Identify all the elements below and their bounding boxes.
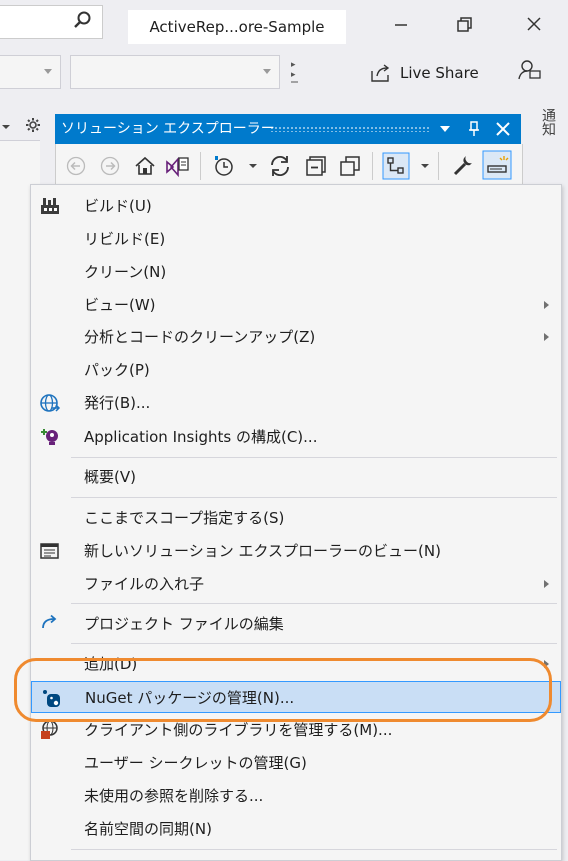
menu-separator <box>71 457 557 458</box>
menu-item-new-solution-explorer-view[interactable]: 新しいソリューション エクスプローラーのビュー(N) <box>31 535 561 567</box>
toolbar-separator <box>200 152 201 180</box>
gear-icon[interactable] <box>25 117 41 133</box>
menu-separator <box>71 603 557 604</box>
pin-icon[interactable] <box>467 121 481 137</box>
window-position-icon[interactable] <box>439 123 451 135</box>
menu-item-label: ビュー(W) <box>84 296 156 314</box>
menu-item-label: ここまでスコープ指定する(S) <box>84 509 285 527</box>
context-menu: ビルド(U) リビルド(E) クリーン(N) ビュー(W) 分析とコードのクリー… <box>30 184 562 861</box>
menu-item-label: プロジェクト ファイルの編集 <box>84 615 284 633</box>
menu-separator <box>71 497 557 498</box>
toolbar-overflow-icon[interactable]: ▸ ▸ <box>288 55 302 87</box>
menu-item-remove-unused-references[interactable]: 未使用の参照を削除する... <box>31 780 561 812</box>
platform-dropdown[interactable] <box>70 55 280 89</box>
menu-item-label: リビルド(E) <box>84 230 166 248</box>
menu-item-manage-user-secrets[interactable]: ユーザー シークレットの管理(G) <box>31 747 561 779</box>
solution-explorer-header: ソリューション エクスプローラー <box>55 114 521 144</box>
preview-tab-icon[interactable] <box>482 150 512 180</box>
highlight-annotation <box>14 658 552 722</box>
submenu-arrow-icon <box>544 580 549 588</box>
home-icon[interactable] <box>134 156 156 176</box>
menu-item-label: ビルド(U) <box>84 197 152 215</box>
menu-item-label: ファイルの入れ子 <box>84 575 205 593</box>
menu-item-app-insights[interactable]: Application Insights の構成(C)... <box>31 421 561 453</box>
menu-separator <box>71 643 557 644</box>
menu-item-label: 名前空間の同期(N) <box>84 820 212 838</box>
minimize-button[interactable] <box>387 10 417 40</box>
restore-button[interactable] <box>450 10 480 40</box>
edit-project-icon <box>42 614 57 629</box>
svg-text:▸: ▸ <box>291 60 296 70</box>
menu-item-scope-to-this[interactable]: ここまでスコープ指定する(S) <box>31 502 561 534</box>
properties-wrench-icon[interactable] <box>450 152 476 178</box>
dropdown-arrow-icon[interactable] <box>248 162 258 170</box>
close-button[interactable] <box>520 10 550 40</box>
search-icon[interactable] <box>72 10 92 30</box>
submenu-arrow-icon <box>544 333 549 341</box>
live-share-label: Live Share <box>400 64 479 82</box>
menu-item-analyze-cleanup[interactable]: 分析とコードのクリーンアップ(Z) <box>31 321 561 353</box>
menu-item-publish[interactable]: 発行(B)... <box>31 387 561 419</box>
client-library-icon <box>41 720 58 739</box>
menu-item-label: 新しいソリューション エクスプローラーのビュー(N) <box>84 542 441 560</box>
solution-explorer-toolbar <box>55 144 523 188</box>
menu-item-clean[interactable]: クリーン(N) <box>31 256 561 288</box>
menu-separator <box>71 849 557 850</box>
feedback-icon[interactable] <box>516 58 542 84</box>
dropdown-arrow-icon[interactable] <box>420 162 430 170</box>
menu-item-pack[interactable]: パック(P) <box>31 354 561 386</box>
build-icon <box>41 198 59 214</box>
toolbar-separator <box>372 152 373 180</box>
menu-item-label: Application Insights の構成(C)... <box>84 428 318 446</box>
pending-changes-filter-icon[interactable] <box>210 154 236 178</box>
solution-explorer-title: ソリューション エクスプローラー <box>61 121 275 137</box>
menu-item-file-nesting[interactable]: ファイルの入れ子 <box>31 568 561 600</box>
close-icon[interactable] <box>495 121 511 137</box>
new-view-icon <box>40 543 59 559</box>
menu-item-overview[interactable]: 概要(V) <box>31 461 561 493</box>
app-insights-icon <box>41 429 58 445</box>
forward-icon[interactable] <box>100 156 120 176</box>
menu-item-rebuild[interactable]: リビルド(E) <box>31 223 561 255</box>
dropdown-arrow-icon[interactable] <box>0 122 12 132</box>
menu-item-sync-namespaces[interactable]: 名前空間の同期(N) <box>31 813 561 845</box>
globe-publish-icon <box>40 394 61 412</box>
sync-icon[interactable] <box>268 154 292 178</box>
menu-item-label: ユーザー シークレットの管理(G) <box>84 754 307 772</box>
menu-item-label: クリーン(N) <box>84 263 167 281</box>
menu-item-view[interactable]: ビュー(W) <box>31 289 561 321</box>
menu-item-label: パック(P) <box>84 361 150 379</box>
menu-item-label: 概要(V) <box>84 468 136 486</box>
back-icon[interactable] <box>66 156 86 176</box>
menu-item-label: 分析とコードのクリーンアップ(Z) <box>84 328 316 346</box>
menu-item-label: 発行(B)... <box>84 394 151 412</box>
configuration-dropdown[interactable] <box>0 55 61 89</box>
preview-selected-items-icon[interactable] <box>382 152 410 180</box>
menu-item-label: 未使用の参照を削除する... <box>84 787 264 805</box>
toolbar-separator <box>438 152 439 180</box>
live-share-button[interactable]: Live Share <box>370 60 479 86</box>
share-icon <box>371 64 390 82</box>
menu-item-build[interactable]: ビルド(U) <box>31 190 561 222</box>
notifications-label: 通知 <box>540 108 556 136</box>
grip-pattern <box>270 126 430 132</box>
collapse-all-icon[interactable] <box>304 154 328 178</box>
show-all-files-icon[interactable] <box>338 154 362 178</box>
submenu-arrow-icon <box>544 301 549 309</box>
switch-views-icon[interactable] <box>164 154 190 178</box>
menu-item-edit-project-file[interactable]: プロジェクト ファイルの編集 <box>31 608 561 640</box>
window-title: ActiveRep...ore-Sample <box>128 10 346 44</box>
svg-text:▸: ▸ <box>291 70 296 80</box>
